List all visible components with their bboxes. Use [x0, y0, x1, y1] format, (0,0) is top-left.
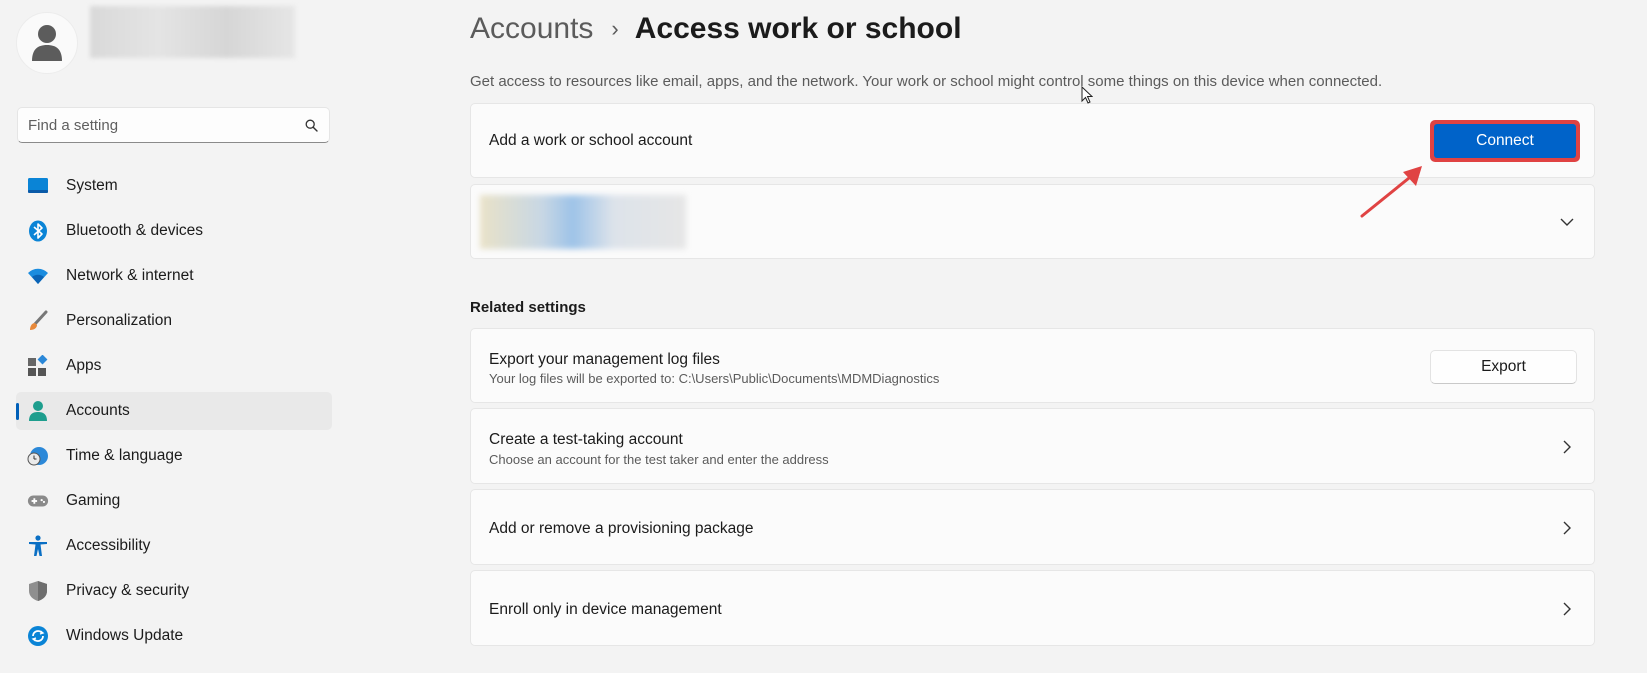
sidebar-item-label: Windows Update: [66, 627, 184, 644]
breadcrumb-accounts-link[interactable]: Accounts: [470, 12, 593, 46]
person-icon: [32, 25, 62, 61]
sidebar-item-label: Accessibility: [66, 537, 151, 554]
sidebar-item-privacy[interactable]: Privacy & security: [16, 572, 332, 610]
accounts-icon: [27, 400, 49, 422]
test-account-card[interactable]: Create a test-taking account Choose an a…: [470, 408, 1595, 484]
sidebar-item-label: Privacy & security: [66, 582, 190, 599]
sidebar-item-label: Accounts: [66, 402, 130, 419]
sidebar-item-system[interactable]: System: [16, 167, 332, 205]
provisioning-card[interactable]: Add or remove a provisioning package: [470, 489, 1595, 565]
accessibility-icon: [27, 535, 49, 557]
export-logs-subtitle: Your log files will be exported to: C:\U…: [489, 371, 940, 386]
chevron-right-icon: ›: [611, 16, 619, 41]
sidebar-item-label: Time & language: [66, 447, 183, 464]
page-title: Access work or school: [634, 12, 962, 45]
connect-button[interactable]: Connect: [1430, 120, 1580, 162]
search-box[interactable]: [17, 107, 330, 143]
profile-name-redacted: [90, 6, 295, 58]
avatar[interactable]: [16, 12, 78, 74]
shield-icon: [27, 580, 49, 602]
search-icon[interactable]: [303, 117, 319, 133]
sidebar-item-label: Gaming: [66, 492, 121, 509]
user-profile[interactable]: [16, 6, 295, 74]
clock-globe-icon: [27, 445, 49, 467]
update-icon: [27, 625, 49, 647]
gamepad-icon: [27, 490, 49, 512]
chevron-right-icon: [1560, 521, 1574, 535]
page-description: Get access to resources like email, apps…: [470, 73, 1383, 90]
bluetooth-icon: [27, 220, 49, 242]
settings-window: System Bluetooth & devices: [0, 0, 1647, 673]
sidebar-item-personalization[interactable]: Personalization: [16, 302, 332, 340]
test-account-title: Create a test-taking account: [489, 431, 683, 448]
breadcrumb: Accounts › Access work or school: [470, 12, 962, 46]
chevron-right-icon: [1560, 440, 1574, 454]
related-settings-heading: Related settings: [470, 299, 586, 316]
sidebar-item-bluetooth[interactable]: Bluetooth & devices: [16, 212, 332, 250]
sidebar-item-windows-update[interactable]: Windows Update: [16, 617, 332, 655]
sidebar-item-gaming[interactable]: Gaming: [16, 482, 332, 520]
add-account-label: Add a work or school account: [489, 132, 693, 149]
chevron-down-icon[interactable]: [1560, 215, 1574, 229]
monitor-icon: [27, 175, 49, 197]
sidebar-item-accessibility[interactable]: Accessibility: [16, 527, 332, 565]
chevron-right-icon: [1560, 602, 1574, 616]
export-logs-title: Export your management log files: [489, 351, 720, 368]
sidebar-item-label: Apps: [66, 357, 102, 374]
connect-button-label: Connect: [1434, 124, 1576, 158]
paintbrush-icon: [27, 310, 49, 332]
sidebar-item-apps[interactable]: Apps: [16, 347, 332, 385]
annotation-arrow-icon: [1360, 166, 1422, 218]
export-button[interactable]: Export: [1430, 350, 1577, 384]
search-input[interactable]: [28, 116, 303, 134]
wifi-icon: [27, 265, 49, 287]
sidebar-item-time-language[interactable]: Time & language: [16, 437, 332, 475]
account-info-redacted: [480, 195, 686, 249]
sidebar-item-network[interactable]: Network & internet: [16, 257, 332, 295]
enroll-card[interactable]: Enroll only in device management: [470, 570, 1595, 646]
enroll-title: Enroll only in device management: [489, 601, 722, 618]
test-account-subtitle: Choose an account for the test taker and…: [489, 452, 829, 467]
sidebar: System Bluetooth & devices: [0, 0, 340, 673]
sidebar-item-label: Network & internet: [66, 267, 194, 284]
sidebar-item-label: Bluetooth & devices: [66, 222, 204, 239]
provisioning-title: Add or remove a provisioning package: [489, 520, 754, 537]
nav-list: System Bluetooth & devices Network & int…: [16, 167, 332, 662]
sidebar-item-label: System: [66, 177, 118, 194]
export-logs-card: Export your management log files Your lo…: [470, 328, 1595, 403]
mouse-cursor-icon: [1081, 86, 1093, 104]
sidebar-item-label: Personalization: [66, 312, 172, 329]
apps-icon: [27, 355, 49, 377]
sidebar-item-accounts[interactable]: Accounts: [16, 392, 332, 430]
